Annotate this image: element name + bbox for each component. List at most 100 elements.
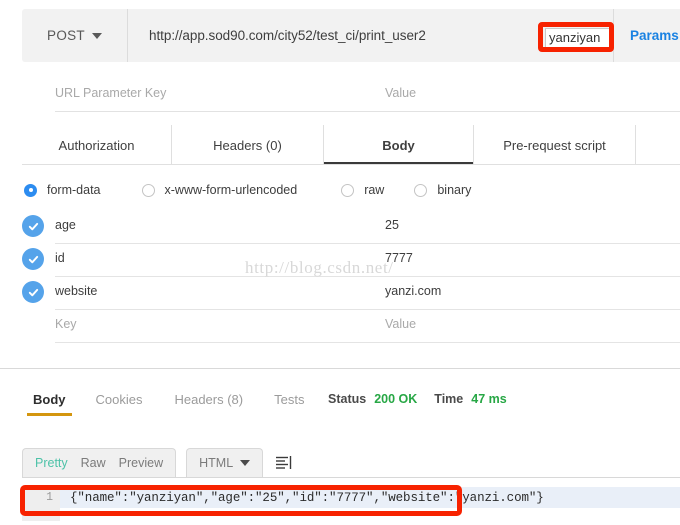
radio-x-www-form-urlencoded-label: x-www-form-urlencoded — [164, 183, 298, 197]
status-badge: 200 OK — [374, 392, 418, 406]
radio-raw-label: raw — [364, 183, 385, 197]
url-parameter-value-input[interactable]: Value — [385, 80, 680, 112]
form-data-new-key-placeholder: Key — [55, 317, 77, 331]
input-underline — [385, 111, 680, 112]
response-tab-headers[interactable]: Headers (8) — [174, 392, 243, 416]
format-preview-button[interactable]: Preview — [119, 456, 163, 470]
request-url-bar: POST http://app.sod90.com/city52/test_ci… — [22, 9, 680, 62]
body-type-options: form-data x-www-form-urlencoded raw bina… — [24, 178, 471, 202]
form-data-key-text: id — [55, 251, 65, 265]
radio-binary[interactable]: binary — [414, 183, 471, 197]
url-parameter-row: URL Parameter Key Value — [55, 80, 680, 112]
input-underline — [55, 342, 385, 343]
format-mode-group: Pretty Raw Preview — [22, 448, 177, 477]
row-enabled-checkbox[interactable] — [22, 281, 44, 303]
tab-pre-request-script-label: Pre-request script — [503, 137, 606, 153]
line-number: 1 — [22, 487, 60, 508]
row-enabled-checkbox-empty[interactable] — [22, 314, 44, 336]
tab-body-label: Body — [382, 137, 415, 153]
format-raw-button[interactable]: Raw — [81, 456, 106, 470]
form-data-value-text: 7777 — [385, 251, 413, 265]
time-value: 47 ms — [471, 392, 507, 406]
response-tab-tests-label: Tests — [274, 392, 305, 407]
tab-headers[interactable]: Headers (0) — [172, 125, 324, 165]
time-label: Time — [434, 392, 464, 406]
form-data-table: age 25 id 7777 website yanzi.com Key Val… — [22, 213, 680, 345]
tab-headers-label: Headers (0) — [213, 137, 282, 153]
radio-raw-dot — [341, 183, 355, 197]
active-tab-indicator — [27, 413, 72, 416]
radio-raw[interactable]: raw — [341, 183, 384, 197]
form-data-key-text: age — [55, 218, 76, 232]
language-select-label: HTML — [199, 456, 234, 470]
input-underline — [55, 309, 385, 310]
table-row: website yanzi.com — [22, 279, 680, 312]
response-meta: Status 200 OK Time 47 ms — [328, 392, 507, 406]
url-input[interactable]: http://app.sod90.com/city52/test_ci/prin… — [128, 9, 614, 62]
response-tabs: Body Cookies Headers (8) Tests — [27, 392, 304, 420]
request-response-divider — [0, 368, 680, 369]
table-row-empty: Key Value — [22, 312, 680, 345]
form-data-key-input[interactable]: age — [55, 213, 385, 244]
tab-body[interactable]: Body — [324, 125, 474, 165]
response-tab-tests[interactable]: Tests — [274, 392, 304, 416]
response-body-text: {"name":"yanziyan","age":"25","id":"7777… — [70, 490, 544, 505]
form-data-value-text: 25 — [385, 218, 399, 232]
tab-authorization-label: Authorization — [58, 137, 135, 153]
chevron-down-icon — [240, 460, 251, 466]
input-underline — [55, 276, 385, 277]
tab-authorization[interactable]: Authorization — [22, 125, 172, 165]
url-parameter-value-placeholder: Value — [385, 86, 417, 100]
url-parameter-key-placeholder: URL Parameter Key — [55, 86, 167, 100]
input-underline — [385, 309, 680, 310]
radio-x-www-form-urlencoded[interactable]: x-www-form-urlencoded — [141, 183, 298, 197]
form-data-new-value-placeholder: Value — [385, 317, 417, 331]
table-row: id 7777 — [22, 246, 680, 279]
form-data-key-input[interactable]: website — [55, 279, 385, 310]
url-highlight-annotation — [538, 22, 614, 52]
params-button[interactable]: Params — [613, 9, 680, 62]
wrap-lines-icon[interactable] — [275, 453, 295, 473]
url-parameter-key-input[interactable]: URL Parameter Key — [55, 80, 385, 112]
format-pretty-button[interactable]: Pretty — [35, 456, 68, 470]
request-tabs: Authorization Headers (0) Body Pre-reque… — [22, 125, 680, 165]
row-enabled-checkbox[interactable] — [22, 248, 44, 270]
form-data-value-input[interactable]: 7777 — [385, 246, 680, 277]
radio-form-data-dot — [24, 183, 37, 197]
http-method-select[interactable]: POST — [22, 9, 128, 62]
row-enabled-checkbox[interactable] — [22, 215, 44, 237]
response-tab-cookies-label: Cookies — [95, 392, 143, 407]
form-data-key-text: website — [55, 284, 98, 298]
response-tab-cookies[interactable]: Cookies — [96, 392, 143, 416]
form-data-value-input[interactable]: yanzi.com — [385, 279, 680, 310]
radio-form-data[interactable]: form-data — [24, 183, 101, 197]
input-underline — [55, 243, 385, 244]
response-tab-body-label: Body — [33, 392, 66, 407]
response-body-line: 1 {"name":"yanziyan","age":"25","id":"77… — [22, 487, 680, 508]
table-row: age 25 — [22, 213, 680, 246]
radio-binary-dot — [414, 183, 428, 197]
form-data-value-text: yanzi.com — [385, 284, 442, 298]
tab-pre-request-script[interactable]: Pre-request script — [474, 125, 636, 165]
status-label: Status — [328, 392, 367, 406]
form-data-new-key-input[interactable]: Key — [55, 312, 385, 343]
response-tab-headers-label: Headers (8) — [174, 392, 244, 407]
form-data-value-input[interactable]: 25 — [385, 213, 680, 244]
http-method-label: POST — [47, 28, 85, 43]
response-tab-body[interactable]: Body — [27, 392, 72, 416]
url-text: http://app.sod90.com/city52/test_ci/prin… — [149, 28, 426, 43]
chevron-down-icon — [91, 32, 102, 39]
gutter-continuation — [22, 508, 60, 521]
radio-x-www-form-urlencoded-dot — [141, 183, 155, 197]
form-data-key-input[interactable]: id — [55, 246, 385, 277]
input-underline — [385, 243, 680, 244]
radio-form-data-label: form-data — [47, 183, 101, 197]
input-underline — [385, 276, 680, 277]
form-data-new-value-input[interactable]: Value — [385, 312, 680, 343]
language-select[interactable]: HTML — [186, 448, 264, 477]
input-underline — [385, 342, 680, 343]
request-tabs-baseline — [22, 164, 680, 165]
response-body-viewer[interactable]: 1 {"name":"yanziyan","age":"25","id":"77… — [22, 477, 680, 525]
tab-overflow-area — [636, 125, 680, 165]
response-format-bar: Pretty Raw Preview HTML — [22, 448, 295, 477]
